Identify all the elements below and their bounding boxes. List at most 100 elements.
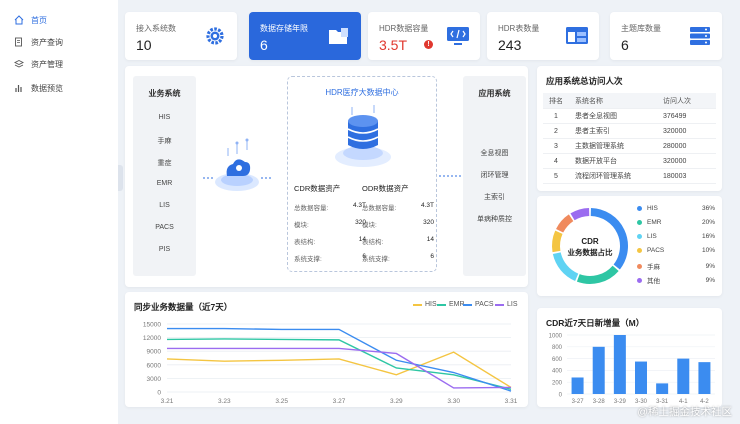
- business-systems-title: 业务系统: [148, 89, 181, 98]
- x-tick-label: 3.31: [505, 398, 518, 405]
- sidebar-item-label: 资产查询: [31, 37, 63, 47]
- bar[interactable]: [656, 383, 669, 394]
- bar[interactable]: [592, 346, 605, 394]
- stat-label: 数据存储年限: [260, 24, 308, 33]
- x-tick-label: 3-27: [572, 399, 585, 405]
- legend-row[interactable]: 其他 9%: [637, 275, 715, 285]
- y-tick-label: 15000: [143, 322, 161, 329]
- asset-value: 320: [423, 219, 434, 226]
- cell-count: 320000: [663, 157, 687, 165]
- series-line-lis[interactable]: [167, 347, 512, 389]
- legend-pct: 20%: [701, 219, 715, 226]
- legend-dot: [637, 234, 642, 239]
- sidebar-item-asset-manage[interactable]: 资产管理: [6, 54, 112, 74]
- x-tick-label: 3-29: [614, 399, 627, 405]
- legend-row[interactable]: HIS 36%: [637, 205, 715, 212]
- sidebar-item-asset-query[interactable]: 资产查询: [6, 32, 112, 52]
- legend-item-his[interactable]: HIS: [413, 301, 437, 308]
- business-system-item[interactable]: PIS: [133, 246, 196, 253]
- cell-rank: 2: [554, 127, 558, 135]
- bar[interactable]: [571, 377, 584, 394]
- legend-dot: [637, 248, 642, 253]
- app-system-item[interactable]: 单病种质控: [463, 214, 526, 224]
- table-row: 5 流程闭环管理系统 180003: [543, 169, 716, 184]
- legend-row[interactable]: 手麻 9%: [637, 261, 715, 271]
- stat-label: 主题库数量: [621, 24, 661, 33]
- bar-icon: [14, 83, 24, 93]
- cell-name: 患者全息视图: [575, 113, 617, 120]
- legend-swatch: [463, 303, 472, 306]
- app-system-item[interactable]: 闭环管理: [463, 170, 526, 180]
- asset-key: 模块:: [362, 222, 377, 229]
- stat-value: 6: [621, 37, 629, 53]
- legend-row[interactable]: EMR 20%: [637, 219, 715, 226]
- donut-slice[interactable]: [576, 265, 619, 284]
- legend-name: PACS: [647, 247, 665, 254]
- y-tick-label: 6000: [147, 362, 162, 369]
- legend-name: HIS: [647, 205, 658, 212]
- bar[interactable]: [613, 335, 626, 394]
- bar[interactable]: [635, 361, 647, 394]
- cdr-asset-block: CDR数据资产 总数据容量: 4.3T 模块: 320 表结构: 14 系统支撑: 6: [294, 183, 366, 270]
- legend-item-lis[interactable]: LIS: [495, 301, 518, 308]
- cell-name: 患者主索引: [575, 128, 610, 135]
- asset-value: 6: [430, 253, 434, 260]
- stat-label: HDR数据容量: [379, 24, 429, 33]
- legend-dot: [637, 206, 642, 211]
- donut-chart: CDR 业务数据占比: [552, 208, 628, 284]
- asset-key: 系统支撑:: [294, 256, 322, 263]
- legend-row[interactable]: PACS 10%: [637, 247, 715, 254]
- sidebar-item-data-preview[interactable]: 数据预览: [6, 78, 112, 98]
- asset-title: CDR数据资产: [294, 184, 341, 193]
- business-system-item[interactable]: LIS: [133, 202, 196, 209]
- app-system-item[interactable]: 全息视图: [463, 148, 526, 158]
- stat-value: 243: [498, 37, 522, 53]
- sidebar-item-label: 数据预览: [31, 83, 63, 93]
- y-tick-label: 12000: [143, 335, 161, 342]
- stat-card-hdr-capacity: HDR数据容量 3.5T !: [368, 12, 480, 60]
- bar[interactable]: [677, 358, 690, 394]
- window-icon: [565, 25, 589, 47]
- legend-swatch: [495, 303, 504, 306]
- donut-slice[interactable]: [556, 214, 574, 233]
- sidebar-collapse-handle[interactable]: [118, 165, 123, 191]
- connector-line: [439, 175, 463, 177]
- business-system-item[interactable]: 重症: [133, 158, 196, 168]
- stat-label: HDR表数量: [498, 24, 540, 33]
- legend-dot: [637, 220, 642, 225]
- series-line-his[interactable]: [166, 351, 512, 389]
- legend-pct: 10%: [701, 247, 715, 254]
- stat-value: 6: [260, 37, 268, 53]
- legend-pct: 36%: [701, 205, 715, 212]
- legend-item-emr[interactable]: EMR: [437, 301, 465, 308]
- column-header: 系统名称: [575, 97, 603, 105]
- series-line-emr[interactable]: [166, 338, 512, 390]
- legend-item-pacs[interactable]: PACS: [463, 301, 494, 308]
- business-system-item[interactable]: HIS: [133, 114, 196, 121]
- legend-pct: 9%: [705, 276, 715, 284]
- odr-asset-block: ODR数据资产 总数据容量: 4.3T 模块: 320 表结构: 14 系统支撑: 6: [362, 183, 434, 270]
- y-tick-label: 800: [552, 345, 563, 351]
- asset-key: 模块:: [294, 222, 309, 229]
- donut-slice[interactable]: [570, 208, 590, 221]
- sidebar-item-home[interactable]: 首页: [6, 10, 112, 30]
- legend-label: LIS: [507, 301, 518, 308]
- app-system-item[interactable]: 主索引: [463, 192, 526, 202]
- cell-count: 320000: [663, 127, 687, 135]
- bar[interactable]: [698, 362, 711, 394]
- y-tick-label: 600: [552, 357, 563, 363]
- cell-name: 流程闭环管理系统: [575, 173, 631, 180]
- y-tick-label: 200: [552, 381, 563, 387]
- asset-key: 总数据容量:: [294, 205, 329, 212]
- asset-key: 表结构:: [362, 239, 384, 246]
- donut-slice[interactable]: [552, 230, 563, 253]
- business-system-item[interactable]: 手麻: [133, 136, 196, 146]
- data-center-panel: 业务系统 HIS 手麻 重症 EMR LIS PACS PIS HDR医疗大数据…: [125, 66, 528, 287]
- sidebar: 首页 资产查询 资产管理 数据预览: [0, 0, 118, 424]
- x-tick-label: 3.27: [333, 398, 346, 405]
- app-visits-card: 应用系统总访问人次 排名 系统名称 访问人次 1 患者全息视图 376499 2…: [537, 66, 722, 191]
- alert-icon: !: [424, 40, 433, 49]
- legend-row[interactable]: LIS 16%: [637, 233, 715, 240]
- business-system-item[interactable]: EMR: [133, 180, 196, 187]
- business-system-item[interactable]: PACS: [133, 224, 196, 231]
